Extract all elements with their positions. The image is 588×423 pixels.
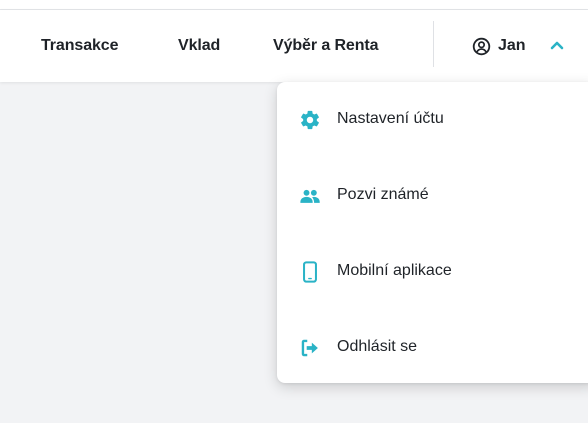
top-strip xyxy=(0,0,588,10)
logout-icon xyxy=(301,339,318,357)
gear-icon xyxy=(301,110,319,130)
user-circle-icon xyxy=(472,37,491,56)
menu-item-account-settings[interactable]: Nastavení účtu xyxy=(277,90,588,150)
menu-item-label: Pozvi známé xyxy=(337,186,429,203)
mobile-phone-icon xyxy=(303,261,317,283)
nav-link-vklad[interactable]: Vklad xyxy=(178,37,220,55)
users-icon xyxy=(300,189,320,203)
nav-divider xyxy=(433,21,434,67)
menu-item-logout[interactable]: Odhlásit se xyxy=(277,318,588,378)
nav-link-vyber-a-renta[interactable]: Výběr a Renta xyxy=(273,37,379,55)
chevron-up-icon xyxy=(550,41,564,50)
user-name: Jan xyxy=(498,37,526,54)
menu-item-label: Mobilní aplikace xyxy=(337,262,452,279)
menu-item-label: Nastavení účtu xyxy=(337,110,444,127)
menu-item-mobile-app[interactable]: Mobilní aplikace xyxy=(277,242,588,302)
top-navbar: Transakce Vklad Výběr a Renta Jan xyxy=(0,10,588,82)
user-dropdown-menu: Nastavení účtu Pozvi známé Mobilní aplik… xyxy=(277,82,588,383)
nav-link-transakce[interactable]: Transakce xyxy=(41,37,118,55)
menu-item-label: Odhlásit se xyxy=(337,338,418,355)
menu-item-invite-friends[interactable]: Pozvi známé xyxy=(277,166,588,226)
user-menu-toggle[interactable]: Jan xyxy=(446,10,588,82)
